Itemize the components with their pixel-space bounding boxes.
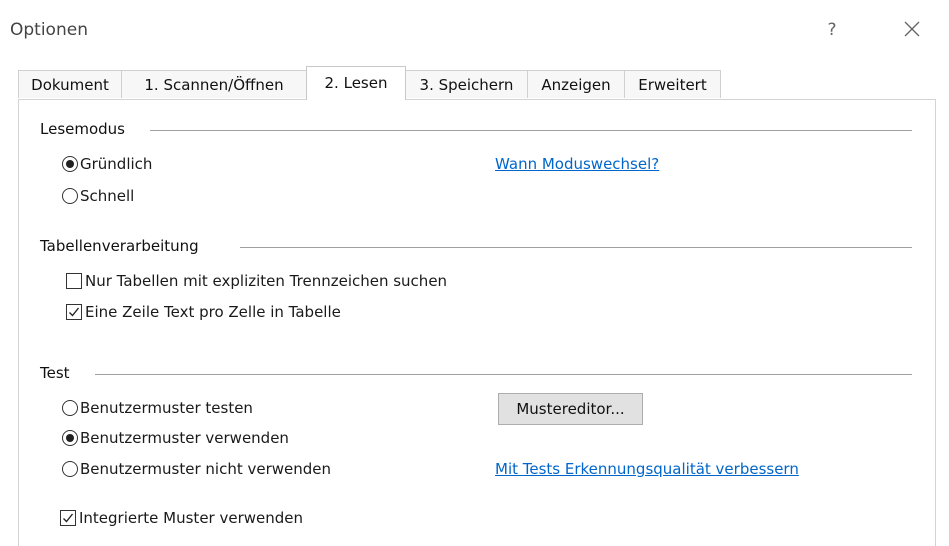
- options-dialog: Optionen ? Dokument 1. Scannen/Öffnen 2.…: [0, 0, 949, 546]
- checkbox[interactable]: [66, 304, 82, 320]
- checkbox-nur-tabellen-trennzeichen[interactable]: Nur Tabellen mit expliziten Trennzeichen…: [66, 270, 447, 292]
- radio-button[interactable]: [62, 461, 78, 477]
- radio-benutzermuster-testen[interactable]: Benutzermuster testen: [62, 397, 253, 419]
- checkbox-eine-zeile-pro-zelle[interactable]: Eine Zeile Text pro Zelle in Tabelle: [66, 301, 341, 323]
- close-icon: [904, 21, 920, 37]
- tab-speichern[interactable]: 3. Speichern: [405, 70, 528, 98]
- radio-benutzermuster-verwenden[interactable]: Benutzermuster verwenden: [62, 427, 289, 449]
- radio-label: Benutzermuster verwenden: [80, 429, 289, 447]
- group-label-lesemodus: Lesemodus: [40, 120, 125, 138]
- mustereditor-button[interactable]: Mustereditor...: [498, 393, 643, 425]
- group-divider: [240, 247, 912, 248]
- checkbox-label: Eine Zeile Text pro Zelle in Tabelle: [85, 303, 341, 321]
- checkbox-label: Nur Tabellen mit expliziten Trennzeichen…: [85, 272, 448, 290]
- dialog-title: Optionen: [10, 20, 88, 40]
- radio-label: Benutzermuster nicht verwenden: [80, 460, 332, 478]
- tab-erweitert[interactable]: Erweitert: [624, 70, 721, 98]
- radio-label: Schnell: [80, 187, 135, 205]
- radio-benutzermuster-nicht-verwenden[interactable]: Benutzermuster nicht verwenden: [62, 458, 331, 480]
- checkbox[interactable]: [66, 273, 82, 289]
- checkbox-label: Integrierte Muster verwenden: [79, 509, 304, 527]
- group-label-test: Test: [40, 364, 70, 382]
- close-button[interactable]: [897, 14, 927, 44]
- checkmark-icon: [63, 513, 74, 523]
- radio-label: Gründlich: [80, 155, 153, 173]
- title-bar: Optionen ?: [0, 0, 949, 62]
- tab-anzeigen[interactable]: Anzeigen: [527, 70, 625, 98]
- radio-button[interactable]: [62, 400, 78, 416]
- group-divider: [150, 130, 912, 131]
- radio-gruendlich[interactable]: Gründlich: [62, 153, 152, 175]
- help-button[interactable]: ?: [818, 17, 846, 43]
- radio-label: Benutzermuster testen: [80, 399, 253, 417]
- tab-lesen[interactable]: 2. Lesen: [306, 66, 406, 100]
- radio-schnell[interactable]: Schnell: [62, 185, 134, 207]
- checkbox[interactable]: [60, 510, 76, 526]
- link-erkennungsqualitaet-verbessern[interactable]: Mit Tests Erkennungsqualität verbessern: [495, 460, 799, 478]
- checkbox-integrierte-muster[interactable]: Integrierte Muster verwenden: [60, 507, 303, 529]
- radio-button[interactable]: [62, 188, 78, 204]
- tab-scannen-oeffnen[interactable]: 1. Scannen/Öffnen: [121, 70, 307, 98]
- checkmark-icon: [69, 307, 80, 317]
- link-wann-moduswechsel[interactable]: Wann Moduswechsel?: [495, 155, 659, 173]
- group-divider: [95, 374, 912, 375]
- radio-button[interactable]: [62, 430, 78, 446]
- tab-dokument[interactable]: Dokument: [18, 70, 122, 98]
- radio-button[interactable]: [62, 156, 78, 172]
- group-label-tabellenverarbeitung: Tabellenverarbeitung: [40, 237, 199, 255]
